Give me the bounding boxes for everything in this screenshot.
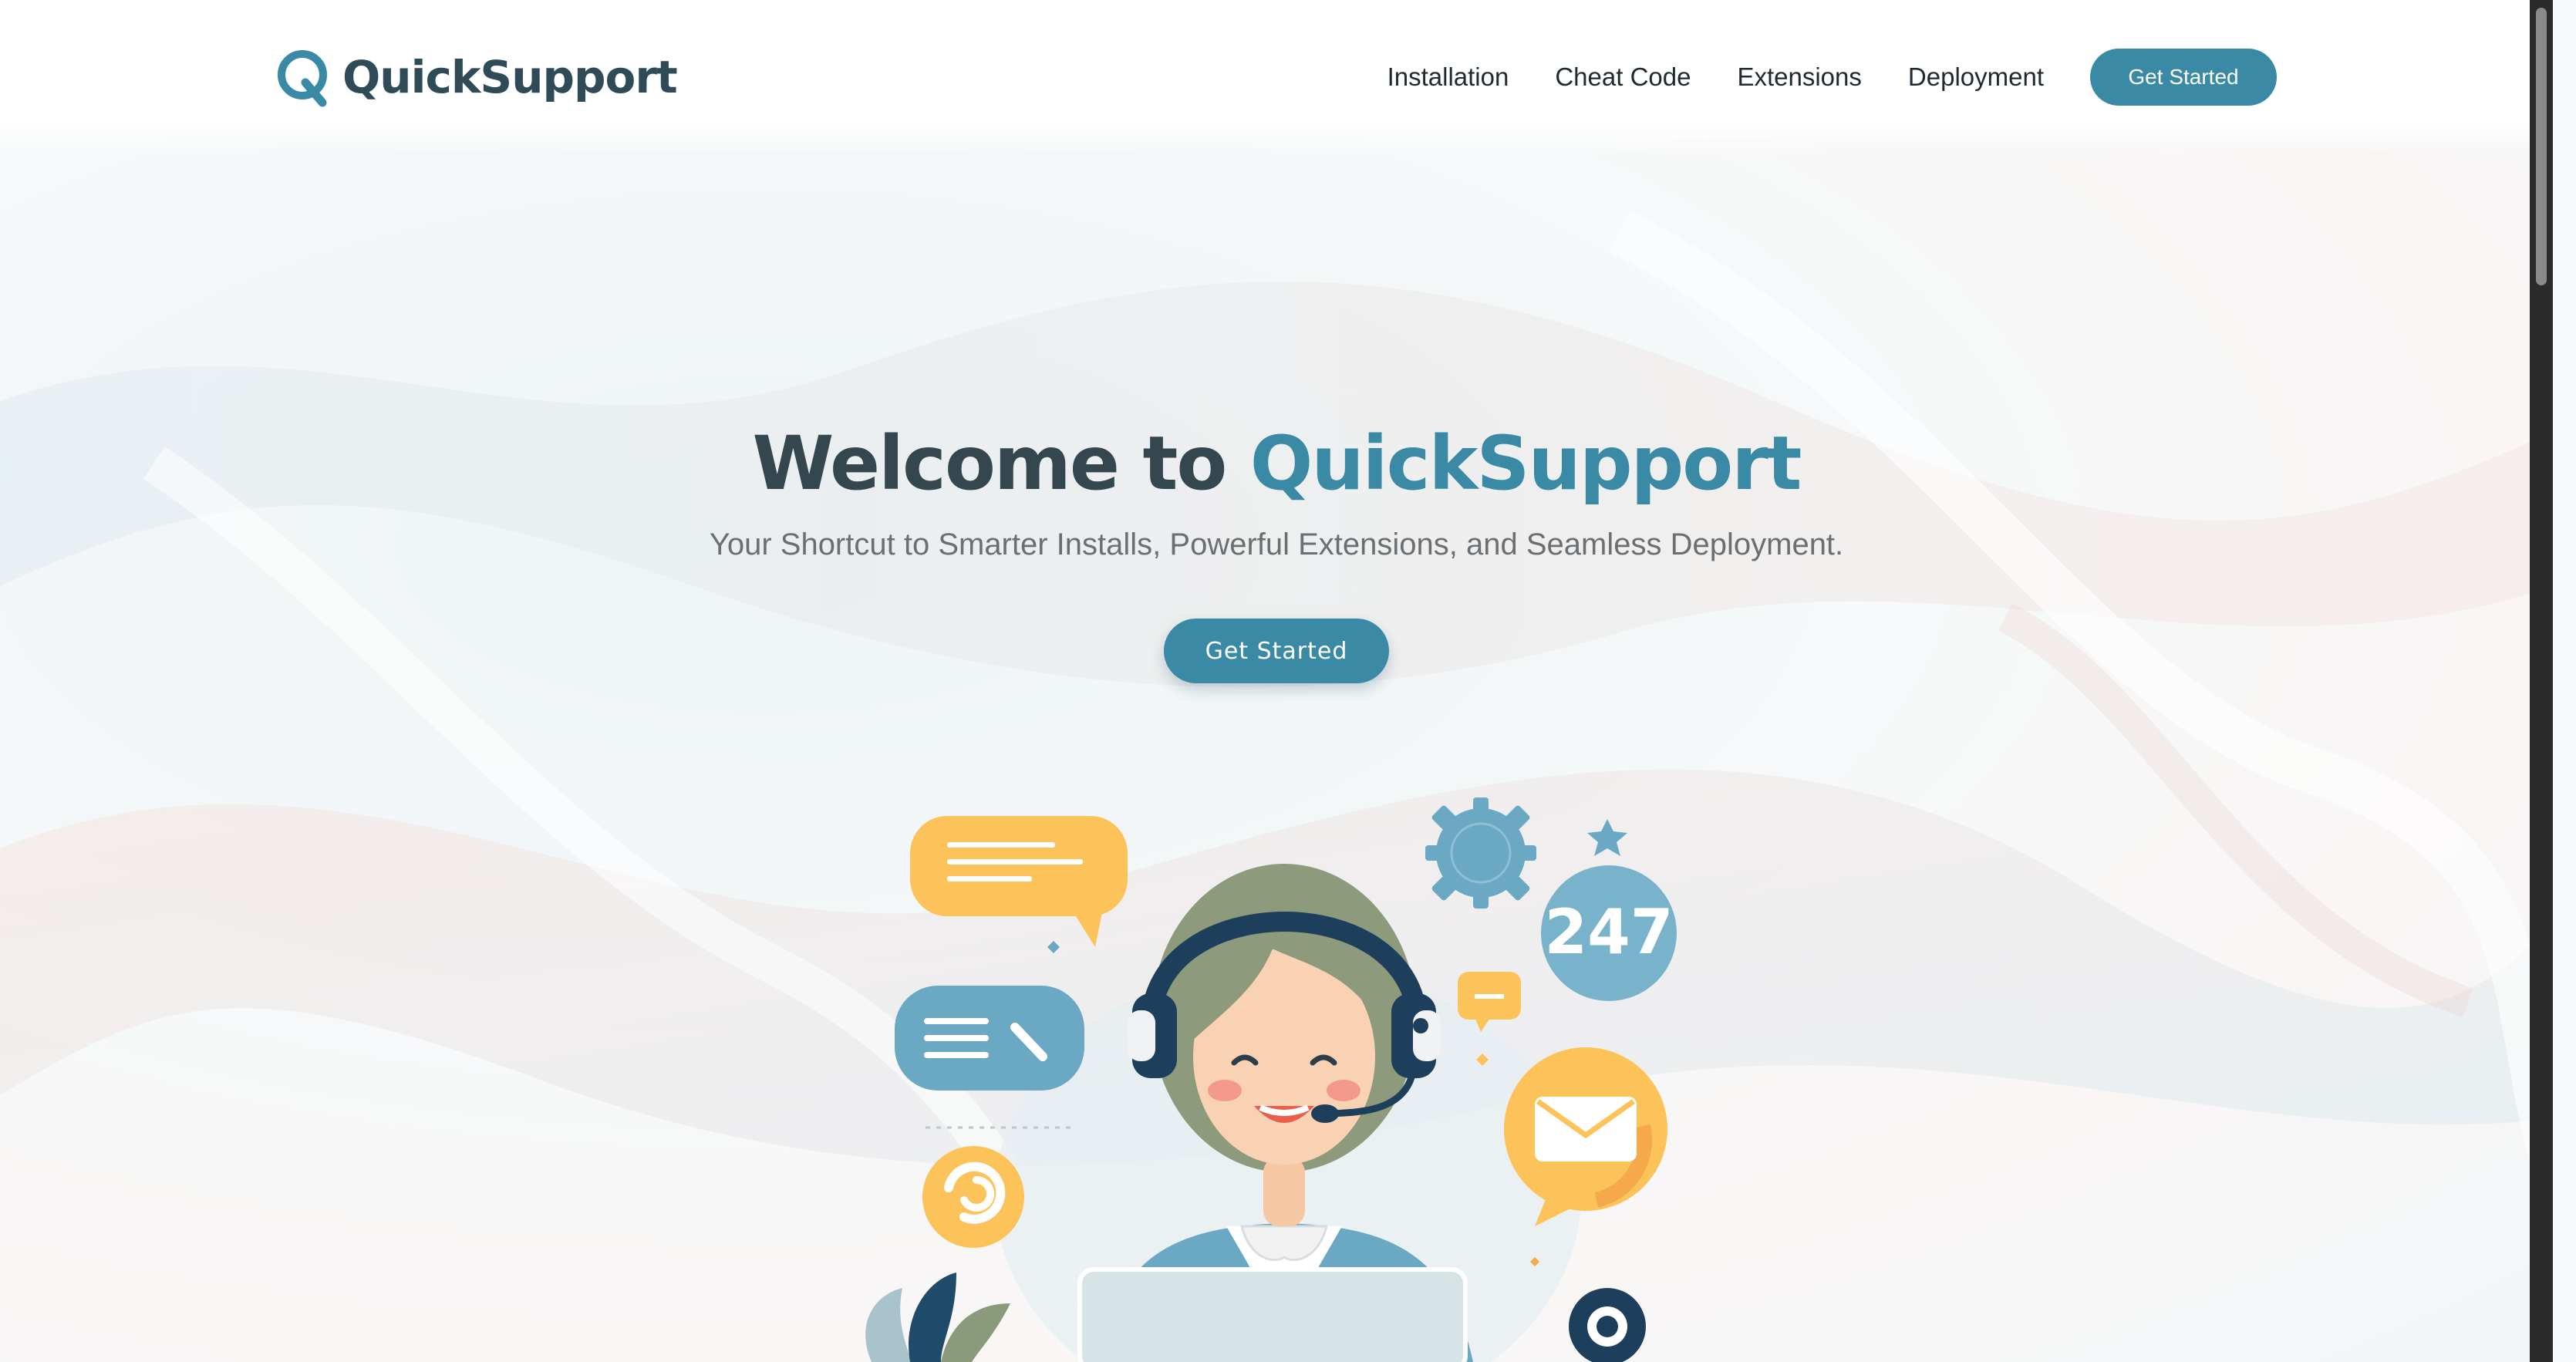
header-get-started-button[interactable]: Get Started — [2090, 49, 2277, 106]
support-agent-illustration: 247 — [865, 797, 1677, 1362]
hero-title-accent: QuickSupport — [1249, 420, 1802, 507]
site-header: QuickSupport Installation Cheat Code Ext… — [0, 0, 2553, 154]
nav-link-deployment[interactable]: Deployment — [1908, 62, 2044, 92]
hero-title: Welcome to QuickSupport — [0, 420, 2553, 507]
page: QuickSupport Installation Cheat Code Ext… — [0, 0, 2553, 1362]
hero-title-prefix: Welcome to — [752, 420, 1250, 507]
hero-get-started-button[interactable]: Get Started — [1164, 619, 1389, 683]
nav-link-extensions[interactable]: Extensions — [1737, 62, 1861, 92]
nav-link-cheat-code[interactable]: Cheat Code — [1555, 62, 1691, 92]
brand-name: QuickSupport — [342, 51, 678, 103]
refresh-icon — [922, 1146, 1024, 1248]
nav-link-installation[interactable]: Installation — [1387, 62, 1509, 92]
star-icon — [1587, 819, 1627, 856]
settings-gear-icon — [1425, 797, 1536, 909]
scrollbar-thumb[interactable] — [2536, 8, 2547, 285]
247-badge: 247 — [1541, 865, 1677, 1001]
message-bubble-icon — [895, 986, 1084, 1091]
brand-logo[interactable]: QuickSupport — [275, 46, 678, 108]
gear-icon — [1569, 1288, 1646, 1362]
badge-247-text: 247 — [1545, 896, 1674, 968]
q-logo-icon — [278, 50, 327, 107]
page-scrollbar[interactable] — [2530, 0, 2553, 1362]
chat-bubble-icon — [910, 816, 1128, 947]
main-nav: Installation Cheat Code Extensions Deplo… — [1341, 48, 2277, 106]
plant-decoration — [865, 1273, 1010, 1362]
hero-subtitle: Your Shortcut to Smarter Installs, Power… — [709, 528, 1844, 561]
